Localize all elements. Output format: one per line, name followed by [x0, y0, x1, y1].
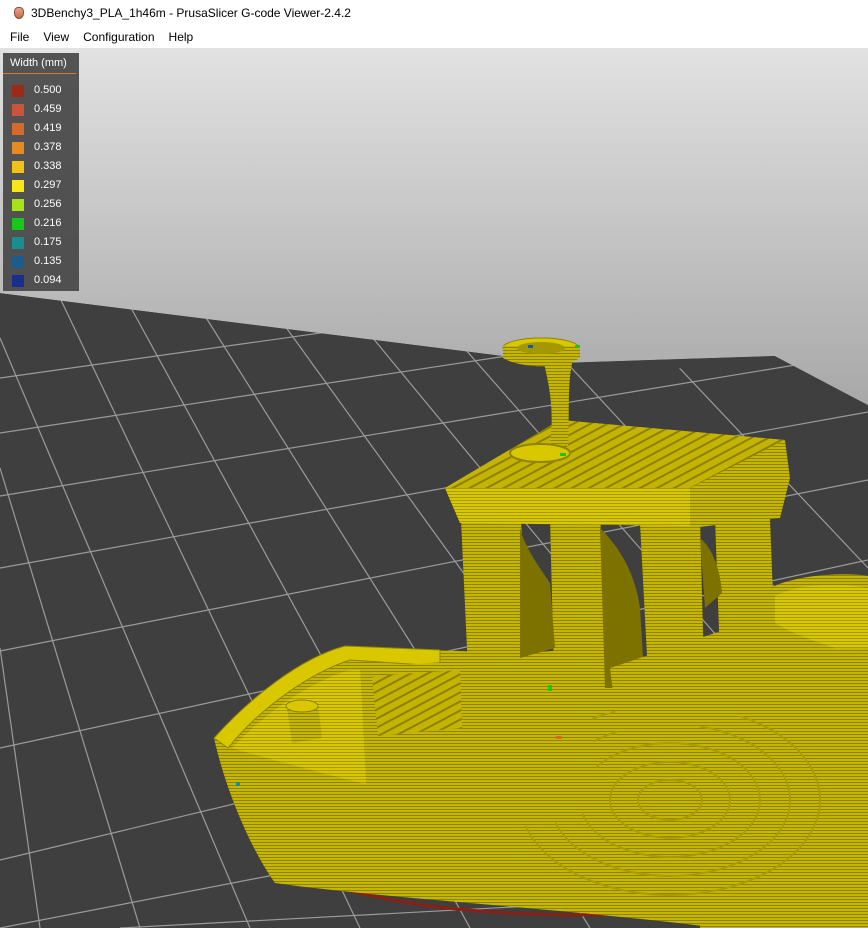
legend-swatch — [12, 179, 24, 192]
legend-swatch — [12, 141, 24, 154]
legend-swatch — [12, 103, 24, 116]
legend-swatch — [12, 122, 24, 135]
legend-value: 0.094 — [34, 274, 62, 286]
menu-help[interactable]: Help — [162, 26, 201, 48]
window-title: 3DBenchy3_PLA_1h46m - PrusaSlicer G-code… — [31, 6, 351, 20]
legend-value: 0.378 — [34, 141, 62, 153]
cabin-pillar-left — [460, 498, 530, 713]
legend-swatch — [12, 217, 24, 230]
legend-value: 0.256 — [34, 198, 62, 210]
legend-row: 0.135 — [3, 252, 62, 271]
legend-value: 0.135 — [34, 255, 62, 267]
legend-swatch — [12, 84, 24, 97]
menu-bar: File View Configuration Help — [0, 26, 868, 48]
scene-canvas[interactable] — [0, 48, 868, 928]
legend-value: 0.216 — [34, 217, 62, 229]
legend-row: 0.216 — [3, 214, 62, 233]
legend-swatch — [12, 274, 24, 287]
legend-value: 0.459 — [34, 103, 62, 115]
legend-swatch — [12, 198, 24, 211]
legend-row: 0.175 — [3, 233, 62, 252]
legend-row: 0.378 — [3, 138, 62, 157]
title-bar: 3DBenchy3_PLA_1h46m - PrusaSlicer G-code… — [0, 0, 868, 26]
legend-value: 0.297 — [34, 179, 62, 191]
legend-value: 0.500 — [34, 84, 62, 96]
menu-file[interactable]: File — [0, 26, 36, 48]
legend-swatch — [12, 236, 24, 249]
menu-configuration[interactable]: Configuration — [76, 26, 161, 48]
legend-swatch — [12, 255, 24, 268]
legend-row: 0.256 — [3, 195, 62, 214]
legend-value: 0.175 — [34, 236, 62, 248]
width-legend: Width (mm) 0.500 0.459 0.419 0.378 0.338 0.29… — [3, 53, 79, 291]
prusaslicer-icon — [14, 7, 24, 19]
gcode-3d-viewport[interactable]: Width (mm) 0.500 0.459 0.419 0.378 0.338 0.29… — [0, 48, 868, 928]
legend-value: 0.419 — [34, 122, 62, 134]
legend-value: 0.338 — [34, 160, 62, 172]
menu-view[interactable]: View — [36, 26, 76, 48]
legend-row: 0.297 — [3, 176, 62, 195]
legend-row: 0.338 — [3, 157, 62, 176]
legend-row: 0.094 — [3, 271, 62, 290]
legend-row: 0.500 — [3, 81, 62, 100]
legend-title: Width (mm) — [3, 53, 76, 74]
legend-row: 0.459 — [3, 100, 62, 119]
legend-swatch — [12, 160, 24, 173]
legend-row: 0.419 — [3, 119, 62, 138]
